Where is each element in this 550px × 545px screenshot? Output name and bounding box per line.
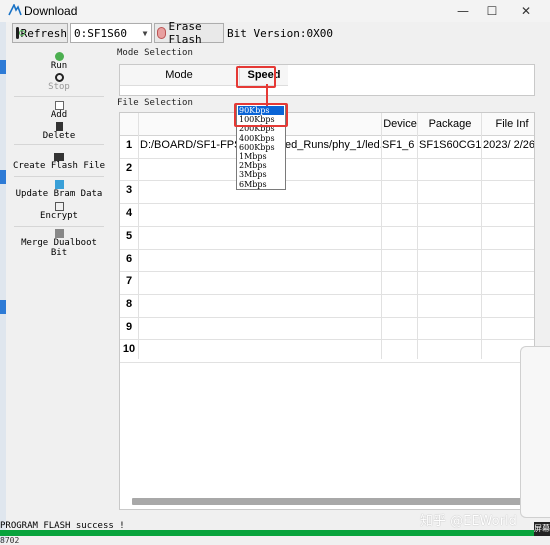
minimize-button[interactable]: — — [455, 3, 471, 19]
run-button[interactable]: Run — [12, 52, 106, 71]
file-table-header: Device Package File Inf — [120, 113, 534, 136]
row-number[interactable]: 7 — [120, 275, 138, 287]
stop-label: Stop — [48, 82, 70, 92]
add-button[interactable]: Add — [12, 101, 106, 120]
update-bram-button[interactable]: Update Bram Data — [12, 180, 106, 199]
encrypt-icon — [54, 202, 64, 211]
speed-option[interactable]: 2Mbps — [238, 161, 284, 170]
run-label: Run — [50, 61, 68, 71]
row1-path[interactable]: D:/BOARD/SF1-FPSoC — [140, 139, 236, 151]
refresh-label: Refresh — [20, 26, 67, 40]
grid-line — [481, 113, 482, 359]
row-number[interactable]: 1 — [120, 139, 138, 151]
row-line — [120, 203, 534, 205]
grid-line — [138, 113, 139, 359]
bit-version-text: Bit Version:0X00 — [227, 27, 333, 40]
row-line — [120, 316, 534, 318]
mode-selection-label: Mode Selection — [117, 48, 193, 58]
divider — [14, 176, 104, 177]
progress-bar — [0, 530, 536, 536]
divider — [14, 96, 104, 97]
side-panel — [520, 346, 550, 518]
row-line — [120, 362, 534, 363]
download-window: Download — ☐ ✕ Refresh 0:SF1S60 ▼ Erase … — [0, 0, 550, 545]
file-info-column-header[interactable]: File Inf — [481, 113, 534, 135]
action-sidebar: Run Stop Add Delete Create Flash File Up… — [12, 46, 106, 510]
package-column-header[interactable]: Package — [417, 113, 482, 135]
maximize-button[interactable]: ☐ — [484, 3, 500, 19]
speed-option[interactable]: 6Mbps — [238, 180, 284, 189]
row-number[interactable]: 5 — [120, 230, 138, 242]
horizontal-scrollbar[interactable] — [132, 498, 530, 505]
mode-column-header[interactable]: Mode — [120, 65, 238, 85]
chevron-down-icon: ▼ — [142, 28, 148, 38]
window-title: Download — [24, 4, 78, 18]
speed-option[interactable]: 1Mbps — [238, 152, 284, 161]
speed-option-highlight — [234, 103, 288, 127]
file-table: Device Package File Inf 1 2 3 4 5 6 7 8 9 10 D:/B… — [119, 112, 535, 510]
row-number[interactable]: 10 — [120, 343, 138, 355]
delete-button[interactable]: Delete — [12, 122, 106, 141]
row1-file-info[interactable]: 2023/ 2/26 — [483, 139, 534, 151]
eraser-icon — [157, 27, 167, 39]
run-icon — [54, 52, 64, 61]
row-number[interactable]: 4 — [120, 207, 138, 219]
divider — [14, 144, 104, 145]
footer-text: 8702 — [0, 536, 20, 545]
delete-label: Delete — [42, 131, 76, 141]
title-bar[interactable]: Download — ☐ ✕ — [0, 0, 550, 22]
trash-icon — [55, 122, 63, 131]
close-button[interactable]: ✕ — [518, 3, 534, 19]
row-line — [120, 293, 534, 295]
row-line — [120, 248, 534, 250]
watermark: 知乎 @EEWorld — [420, 514, 517, 529]
row-number[interactable]: 6 — [120, 253, 138, 265]
app-logo-icon — [8, 4, 22, 16]
row1-package[interactable]: SF1S60CG121I — [419, 139, 481, 151]
device-column-header[interactable]: Device — [381, 113, 418, 135]
row1-path-tail[interactable]: ed_Runs/phy_1/led.bit — [285, 139, 381, 151]
refresh-button[interactable]: Refresh — [12, 23, 68, 43]
row-line — [120, 339, 534, 341]
row-line — [120, 157, 534, 159]
merge-dualboot-button[interactable]: Merge Dualboot Bit — [12, 229, 106, 258]
encrypt-button[interactable]: Encrypt — [12, 202, 106, 221]
row-number[interactable]: 8 — [120, 298, 138, 310]
speed-header-highlight — [236, 66, 276, 88]
speed-option[interactable]: 400Kbps — [238, 134, 284, 143]
row-line — [120, 225, 534, 227]
row1-device[interactable]: SF1_6 — [382, 139, 417, 151]
speed-option[interactable]: 600Kbps — [238, 143, 284, 152]
erase-flash-button[interactable]: Erase Flash — [154, 20, 224, 46]
side-badge[interactable]: 屏幕 — [534, 522, 550, 536]
merge-label: Merge Dualboot Bit — [21, 238, 97, 258]
mode-table: Mode Speed — [119, 64, 535, 96]
stop-icon — [54, 73, 64, 82]
add-file-icon — [54, 101, 64, 110]
add-label: Add — [50, 110, 68, 120]
create-flash-label: Create Flash File — [12, 161, 106, 171]
stop-button[interactable]: Stop — [12, 73, 106, 92]
row-number[interactable]: 3 — [120, 184, 138, 196]
erase-flash-label: Erase Flash — [168, 20, 202, 46]
printer-icon — [54, 153, 64, 161]
bram-icon — [54, 180, 64, 189]
refresh-icon — [16, 27, 24, 39]
device-select-value: 0:SF1S60 — [74, 26, 127, 40]
toolbar: Refresh 0:SF1S60 ▼ Erase Flash Bit Versi… — [0, 20, 550, 46]
row-number[interactable]: 2 — [120, 162, 138, 174]
device-select[interactable]: 0:SF1S60 ▼ — [70, 23, 152, 43]
row-line — [120, 271, 534, 273]
update-bram-label: Update Bram Data — [15, 189, 103, 199]
grid-line — [417, 113, 418, 359]
speed-option[interactable]: 3Mbps — [238, 170, 284, 179]
file-selection-label: File Selection — [117, 98, 193, 108]
encrypt-label: Encrypt — [40, 211, 78, 221]
merge-icon — [54, 229, 64, 238]
row-number[interactable]: 9 — [120, 321, 138, 333]
row-line — [120, 180, 534, 182]
create-flash-file-button[interactable]: Create Flash File — [12, 153, 106, 171]
divider — [14, 226, 104, 227]
